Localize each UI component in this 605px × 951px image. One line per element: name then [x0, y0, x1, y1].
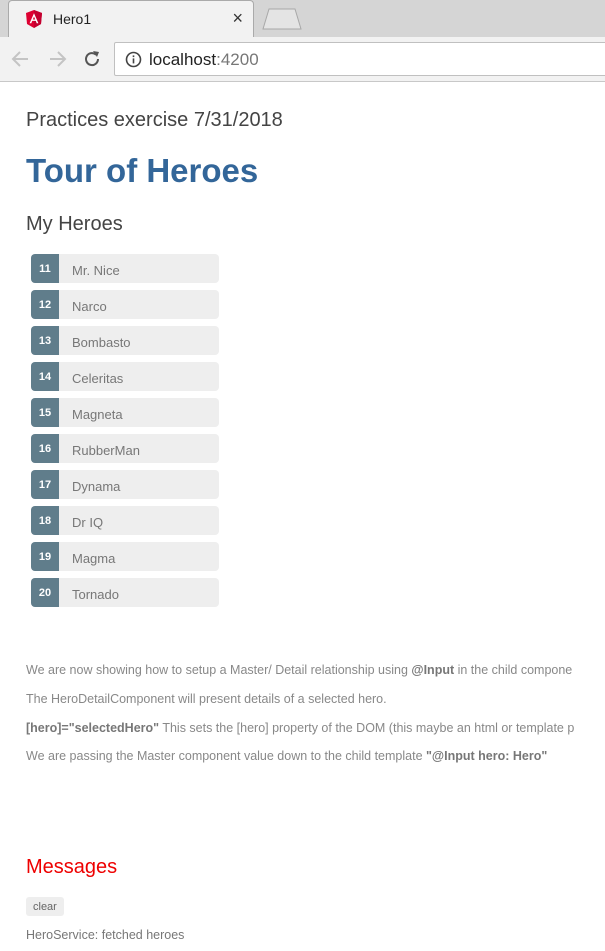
tab-title: Hero1	[53, 11, 92, 27]
hero-id-badge: 17	[31, 470, 59, 499]
hero-item[interactable]: 12 Narco	[31, 290, 219, 319]
hero-id-badge: 14	[31, 362, 59, 391]
para-emphasis: [hero]="selectedHero"	[26, 721, 160, 735]
browser-toolbar: localhost:4200	[0, 37, 605, 82]
hero-id-badge: 13	[31, 326, 59, 355]
back-arrow-icon[interactable]	[10, 48, 32, 70]
close-tab-icon[interactable]: ×	[232, 8, 243, 28]
hero-item[interactable]: 18 Dr IQ	[31, 506, 219, 535]
hero-id-badge: 19	[31, 542, 59, 571]
browser-tab[interactable]: Hero1 ×	[8, 0, 254, 37]
para-text: We are passing the Master component valu…	[26, 749, 426, 763]
hero-id-badge: 18	[31, 506, 59, 535]
para-text: in the child compone	[454, 663, 573, 677]
para-text: This sets the [hero] property of the DOM…	[159, 721, 575, 735]
hero-id-badge: 15	[31, 398, 59, 427]
hero-item[interactable]: 16 RubberMan	[31, 434, 219, 463]
url-host: localhost	[149, 50, 217, 69]
forward-arrow-icon[interactable]	[46, 48, 68, 70]
hero-name: Mr. Nice	[72, 263, 120, 278]
para-text: We are now showing how to setup a Master…	[26, 663, 412, 677]
hero-item[interactable]: 11 Mr. Nice	[31, 254, 219, 283]
hero-item[interactable]: 19 Magma	[31, 542, 219, 571]
hero-id-badge: 20	[31, 578, 59, 607]
hero-name: Tornado	[72, 587, 119, 602]
hero-item[interactable]: 17 Dynama	[31, 470, 219, 499]
url-port: :4200	[216, 50, 259, 69]
new-tab-button[interactable]	[262, 8, 302, 30]
hero-item[interactable]: 14 Celeritas	[31, 362, 219, 391]
browser-tab-strip: Hero1 ×	[0, 0, 605, 38]
info-icon[interactable]	[125, 51, 142, 68]
binding-paragraph: [hero]="selectedHero" This sets the [her…	[26, 721, 574, 735]
hero-name: Magma	[72, 551, 116, 566]
message-item: HeroService: fetched heroes	[26, 928, 185, 942]
hero-name: Bombasto	[72, 335, 131, 350]
hero-name: Narco	[72, 299, 107, 314]
hero-item[interactable]: 20 Tornado	[31, 578, 219, 607]
master-detail-paragraph: We are now showing how to setup a Master…	[26, 663, 572, 677]
hero-name: Magneta	[72, 407, 123, 422]
hero-list: 11 Mr. Nice 12 Narco 13 Bombasto 14 Celerita…	[31, 254, 219, 614]
para-emphasis: @Input	[411, 663, 455, 677]
input-paragraph: We are passing the Master component valu…	[26, 749, 547, 763]
hero-name: Celeritas	[72, 371, 124, 386]
hero-id-badge: 12	[31, 290, 59, 319]
hero-detail-paragraph: The HeroDetailComponent will present det…	[26, 692, 387, 706]
heroes-subtitle: My Heroes	[26, 213, 123, 235]
angular-logo-icon	[26, 10, 42, 28]
reload-icon[interactable]	[81, 48, 103, 70]
clear-messages-button[interactable]: clear	[26, 897, 64, 916]
hero-id-badge: 11	[31, 254, 59, 283]
hero-item[interactable]: 13 Bombasto	[31, 326, 219, 355]
address-bar[interactable]: localhost:4200	[114, 42, 605, 76]
url-text: localhost:4200	[149, 50, 259, 70]
messages-heading: Messages	[26, 856, 118, 878]
hero-id-badge: 16	[31, 434, 59, 463]
hero-name: Dynama	[72, 479, 121, 494]
hero-name: Dr IQ	[72, 515, 104, 530]
page-content: Practices exercise 7/31/2018 Tour of Her…	[0, 82, 605, 951]
hero-name: RubberMan	[72, 443, 140, 458]
page-title: Tour of Heroes	[26, 152, 259, 189]
para-emphasis: "@Input hero: Hero"	[426, 749, 548, 763]
hero-item[interactable]: 15 Magneta	[31, 398, 219, 427]
practice-heading: Practices exercise 7/31/2018	[26, 109, 283, 131]
